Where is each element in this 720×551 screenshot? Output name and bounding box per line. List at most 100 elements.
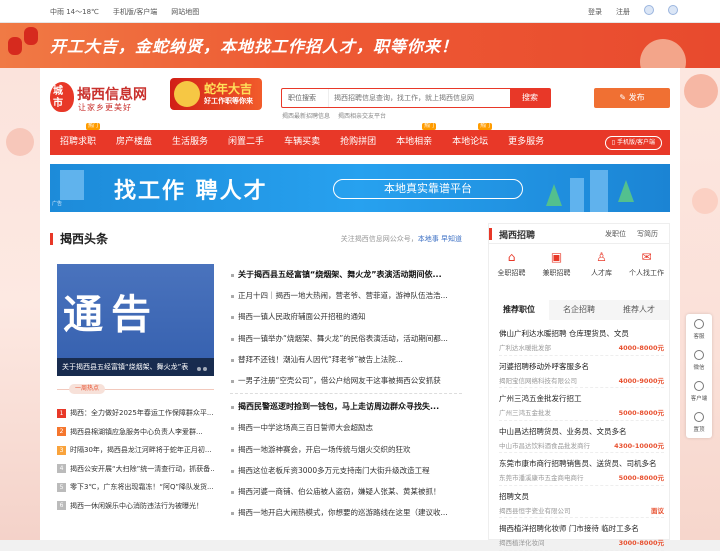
focus-image[interactable]: 通告 关于揭西县五经富镇“烧烟架、舞火龙”表: [57, 264, 214, 376]
building-illustration: [570, 178, 584, 212]
hot-item[interactable]: 1 揭西：全力做好2025年春运工作保障群众平...: [57, 404, 214, 423]
login-link[interactable]: 登录: [588, 7, 602, 17]
search-input[interactable]: [334, 89, 494, 107]
news-divider: [230, 393, 462, 395]
job-item[interactable]: 佛山广利达水暖招聘 仓库理货员、文员 广利达水暖批发部 4000-8000元: [499, 323, 664, 356]
search-button[interactable]: 搜索: [510, 89, 550, 107]
focus-caption: 关于揭西县五经富镇“烧烟架、舞火龙”表: [57, 358, 214, 376]
talent-entry[interactable]: ♙ 人才库: [579, 250, 624, 278]
news-item[interactable]: 正月十四｜揭西一地大热闹，营老爷、营菲道，游神队伍浩浩...: [230, 285, 462, 306]
nav-item-jobs[interactable]: 招聘求职 热门: [50, 123, 106, 155]
ornament-ball: [6, 128, 34, 156]
news-item[interactable]: 揭西河婆一商铺、伯公庙被人盗窃，嫌疑人张某、黄某被抓！: [230, 481, 462, 502]
hot-link[interactable]: 揭西相亲交友平台: [338, 111, 386, 120]
carousel-dots[interactable]: [197, 367, 207, 371]
weather-info: 中雨 14～18℃: [50, 8, 99, 16]
follow-wechat-link[interactable]: 关注揭西信息网公众号，本地事 早知道: [341, 234, 462, 244]
news-list: 关于揭西县五经富镇“烧烟架、舞火龙”表演活动期间依... 正月十四｜揭西一地大热…: [230, 264, 462, 523]
hot-item[interactable]: 4 揭西公安开展“大扫除”统一清查行动，抓获备...: [57, 460, 214, 479]
hot-item[interactable]: 2 揭西县棉湖镇应急服务中心负责人李爱群...: [57, 423, 214, 442]
news-item[interactable]: 揭西一镇举办“烧烟架、舞火龙”的民俗表演活动，活动期间都...: [230, 328, 462, 349]
job-item[interactable]: 招聘文员 揭西县恒宇瓷业有限公司 面议: [499, 486, 664, 518]
wechat-button[interactable]: 微信: [686, 345, 712, 376]
recruit-title: 揭西招聘: [499, 231, 536, 241]
hot-item[interactable]: 5 零下3℃，广东将出现霜冻！“阿Q”降队发货...: [57, 478, 214, 497]
news-item[interactable]: 揭西一镇人民政府辅面公开招租的通知: [230, 306, 462, 327]
search-category-select[interactable]: 职位搜索: [282, 89, 329, 107]
back-to-top-button[interactable]: 置顶: [686, 407, 712, 438]
news-item[interactable]: 揭西一中学这场高三百日誓师大会超励志: [230, 417, 462, 438]
logo-badge: 城市: [50, 82, 74, 112]
nav-item-forum[interactable]: 本地论坛 热门: [442, 123, 498, 155]
news-item[interactable]: 揭西一地游神赛会，开启一场传统与烟火交织的狂欢: [230, 439, 462, 460]
news-item[interactable]: 揭西一地开启大闹热模式，你想要的巡游路线在这里（建议收...: [230, 502, 462, 523]
recruit-tabs: 推荐职位 名企招聘 推荐人才: [489, 300, 669, 320]
lantern-icon: [8, 37, 22, 55]
ornament-ball: [684, 74, 718, 108]
tab-recommended-talent[interactable]: 推荐人才: [609, 300, 669, 320]
ornament-ball: [692, 188, 718, 214]
hot-tag: 热门: [478, 123, 493, 130]
ad-mark: 广告: [52, 201, 63, 207]
hot-search-links: 揭西最新招聘信息 揭西相亲交友平台: [282, 111, 386, 120]
top-banner[interactable]: 开工大吉，金蛇纳贤，本地找工作招人才，职等你来！: [0, 23, 720, 68]
site-logo[interactable]: 城市 揭西信息网 让家乡更美好: [50, 80, 160, 120]
nav-item-property[interactable]: 房产楼盘: [106, 130, 162, 155]
news-item[interactable]: 一男子注册“空壳公司”，借公户给网友干这事被揭西公安抓获: [230, 370, 462, 391]
post-job-link[interactable]: 发职位: [605, 229, 626, 239]
office-illustration: [60, 170, 84, 200]
hot-link[interactable]: 揭西最新招聘信息: [282, 111, 330, 120]
recruit-header: 揭西招聘 发职位 写简历: [489, 224, 669, 244]
left-decoration: [0, 68, 40, 540]
tab-top-companies[interactable]: 名企招聘: [549, 300, 609, 320]
news-item[interactable]: 揭西民警巡逻时捡到一钱包，马上走访周边群众寻找失...: [230, 396, 462, 417]
job-item[interactable]: 广州三鸿五金批发行招工 广州三鸿五金批发 5000-8000元: [499, 388, 664, 421]
write-resume-link[interactable]: 写简历: [637, 229, 658, 239]
ad-pill: 本地真实靠谱平台: [333, 179, 523, 199]
promo-title: 蛇年大吉: [204, 82, 253, 96]
wechat-login-icon[interactable]: [668, 5, 678, 15]
news-item[interactable]: 揭西这位老板斥资3000多万元支持南门大街升级改造工程: [230, 460, 462, 481]
floating-toolbar: 客服 微信 客户端 置顶: [686, 314, 712, 438]
promo-badge[interactable]: 蛇年大吉 好工作职等你来: [170, 78, 262, 110]
parttime-entry[interactable]: ▣ 兼职招聘: [534, 250, 579, 278]
nav-item-cars[interactable]: 车辆买卖: [274, 130, 330, 155]
person-icon: ♙: [596, 250, 607, 264]
job-item[interactable]: 东莞市康市商行招聘销售员、送货员、司机多名 东莞市潘溪康市五金商电商行 5000-8…: [499, 453, 664, 486]
publish-button[interactable]: ✎ 发布: [594, 88, 670, 108]
job-item[interactable]: 中山昌达招聘货员、业务员、文员多名 中山市昌达饮料酒食品批发商行 4300-1000…: [499, 421, 664, 453]
nav-item-dating[interactable]: 本地相亲 热门: [386, 123, 442, 155]
service-button[interactable]: 客服: [686, 314, 712, 345]
qq-login-icon[interactable]: [644, 5, 654, 15]
sitemap-link[interactable]: 网站地图: [171, 7, 199, 17]
snake-icon: [174, 81, 200, 107]
tree-illustration: [546, 184, 562, 206]
hot-item[interactable]: 3 时隔30年，揭西县龙江河畔将于蛇年正月初...: [57, 441, 214, 460]
news-item[interactable]: 关于揭西县五经富镇“烧烟架、舞火龙”表演活动期间依...: [230, 264, 462, 285]
app-download-button[interactable]: ▯ 手机版/客户端: [604, 136, 662, 150]
wechat-icon: [694, 350, 704, 360]
nav-item-secondhand[interactable]: 闲置二手: [218, 130, 274, 155]
job-item[interactable]: 河婆招聘移动外呼客服多名 揭阳宝信网络科技有限公司 4000-9000元: [499, 356, 664, 388]
mobile-link[interactable]: 手机版/客户端: [113, 7, 157, 17]
news-item[interactable]: 替拜不还钱！潮汕有人因代“拜老爷”被告上法院...: [230, 349, 462, 370]
headlines-title: 揭西头条: [60, 232, 109, 246]
nav-item-services[interactable]: 生活服务: [162, 130, 218, 155]
nav-item-groupbuy[interactable]: 抢购拼团: [330, 130, 386, 155]
tab-recommended-jobs[interactable]: 推荐职位: [489, 300, 549, 320]
fulltime-entry[interactable]: ⌂ 全职招聘: [489, 250, 534, 278]
job-item[interactable]: 揭西植洋招聘化妆师 门市接待 临时工多名 揭西植洋化妆间 3000-8000元: [499, 518, 664, 551]
register-link[interactable]: 注册: [616, 7, 630, 17]
ad-banner[interactable]: 找工作 聘人才 本地真实靠谱平台 广告: [50, 164, 670, 212]
publish-label: 发布: [628, 93, 645, 102]
client-button[interactable]: 客户端: [686, 376, 712, 407]
tree-illustration: [618, 180, 634, 202]
jobseeker-entry[interactable]: ✉ 个人找工作: [624, 250, 669, 278]
job-list: 佛山广利达水暖招聘 仓库理货员、文员 广利达水暖批发部 4000-8000元 河婆招…: [499, 323, 664, 551]
main-container: 城市 揭西信息网 让家乡更美好 蛇年大吉 好工作职等你来 职位搜索 搜索 揭西最…: [40, 68, 680, 551]
nav-item-more[interactable]: 更多服务: [498, 130, 554, 155]
lantern-icon: [24, 27, 38, 45]
ad-headline: 找工作 聘人才: [114, 179, 268, 204]
hot-item[interactable]: 6 揭西一休闲娱乐中心消防违法行为被曝光！: [57, 497, 214, 516]
phone-icon: [694, 381, 704, 391]
